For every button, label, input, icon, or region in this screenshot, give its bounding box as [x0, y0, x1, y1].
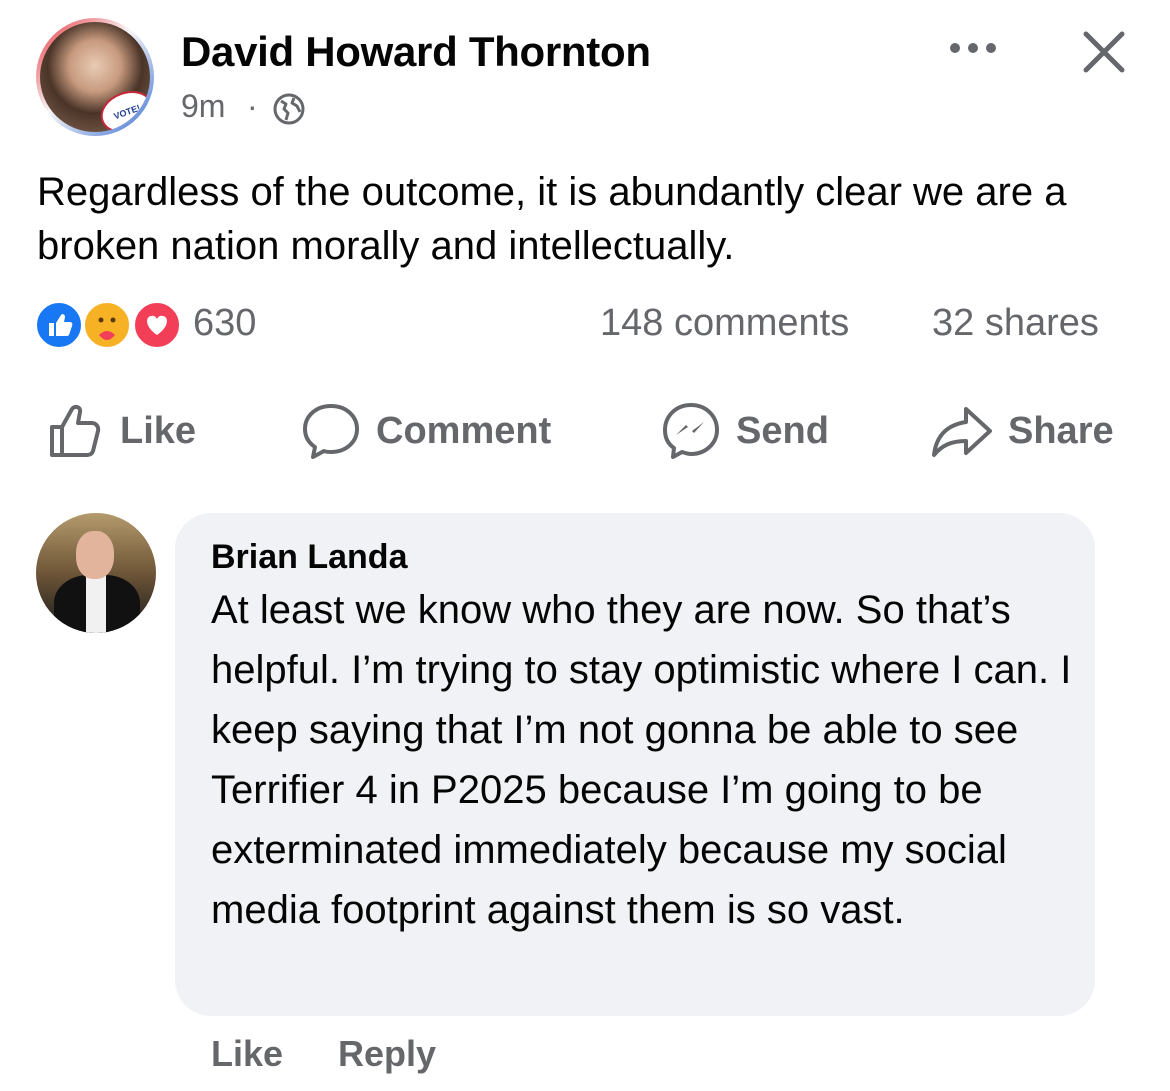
send-button[interactable]: Send [660, 396, 829, 466]
avatar-shirt [86, 575, 106, 633]
post-text: Regardless of the outcome, it is abundan… [37, 170, 1067, 268]
vote-badge: VOTE! [94, 83, 150, 132]
avatar-face [76, 531, 114, 579]
comment-button-label: Comment [376, 409, 552, 452]
post-author-name[interactable]: David Howard Thornton [181, 28, 651, 76]
more-options-icon[interactable] [945, 30, 1001, 66]
reaction-count[interactable]: 630 [193, 302, 256, 345]
send-button-label: Send [736, 409, 829, 452]
like-reaction-icon [34, 300, 84, 350]
post-timestamp[interactable]: 9m [181, 88, 225, 125]
like-button-label: Like [120, 409, 197, 452]
comments-count[interactable]: 148 comments [600, 302, 849, 345]
share-button-label: Share [1008, 409, 1114, 452]
share-arrow-icon [932, 407, 992, 457]
comment-text: At least we know who they are now. So th… [211, 588, 1072, 932]
like-button[interactable]: Like [46, 396, 196, 466]
love-reaction-icon [132, 300, 182, 350]
reaction-icons[interactable] [34, 300, 184, 350]
care-reaction-icon [82, 300, 132, 350]
shares-count[interactable]: 32 shares [932, 302, 1099, 345]
commenter-avatar[interactable] [36, 513, 156, 633]
share-button[interactable]: Share [930, 396, 1114, 466]
commenter-name[interactable]: Brian Landa [211, 538, 407, 577]
close-icon[interactable] [1080, 28, 1128, 76]
author-avatar[interactable]: VOTE! [36, 18, 154, 136]
globe-icon [273, 93, 305, 125]
messenger-icon [663, 403, 719, 459]
comment-icon [303, 404, 359, 459]
meta-separator: · [247, 88, 258, 124]
comment-reply-link[interactable]: Reply [338, 1033, 436, 1075]
comment-like-link[interactable]: Like [211, 1033, 283, 1075]
comment-button[interactable]: Comment [300, 396, 551, 466]
thumbs-up-icon [50, 404, 101, 457]
